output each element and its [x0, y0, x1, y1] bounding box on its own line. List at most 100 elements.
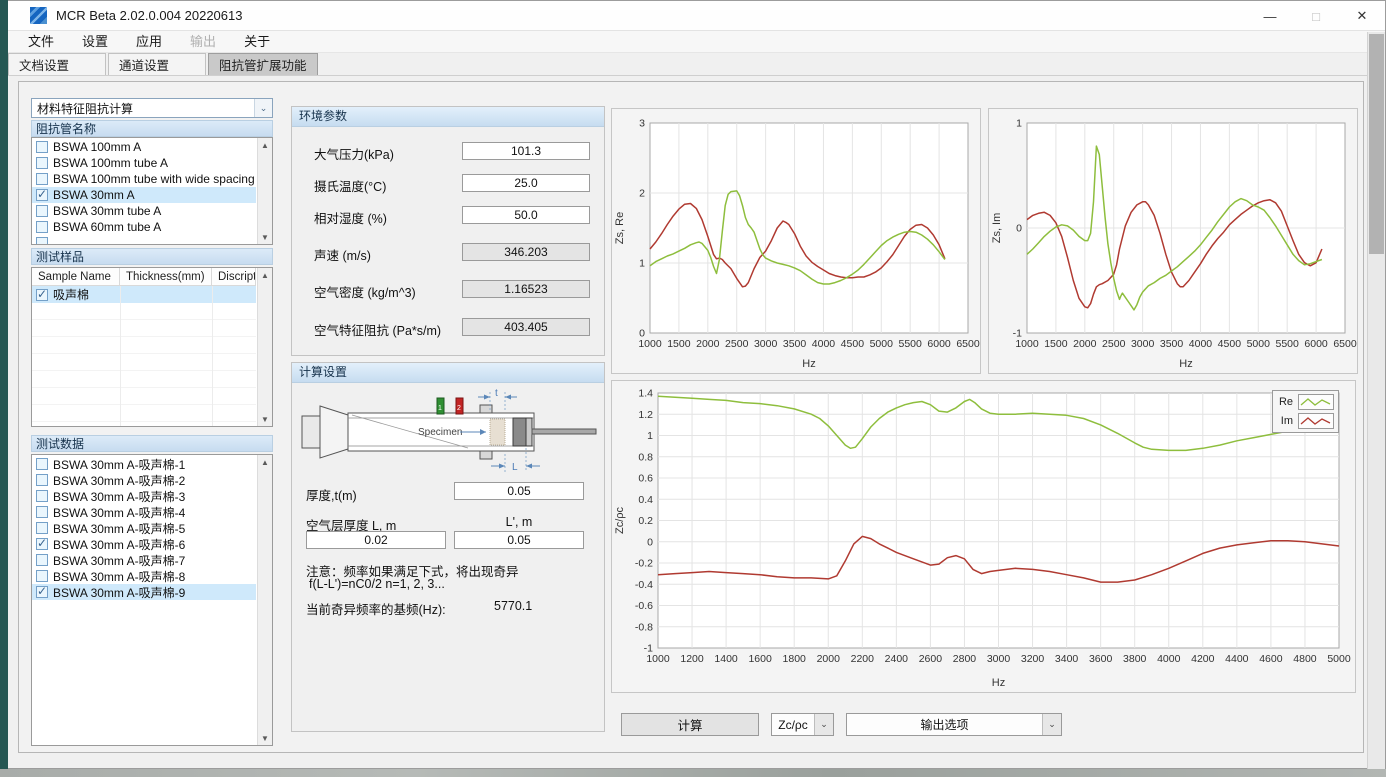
air-layer2-field[interactable]: 0.05 — [454, 531, 584, 549]
menu-item-4[interactable]: 关于 — [230, 31, 284, 53]
scroll-up-icon[interactable]: ▲ — [258, 268, 272, 282]
svg-text:4400: 4400 — [1225, 653, 1249, 665]
calc-settings-group: 计算设置 1 2 Specimen — [291, 362, 605, 732]
svg-text:5500: 5500 — [1276, 338, 1300, 350]
tube-list-checkbox[interactable] — [36, 157, 48, 169]
calculate-button[interactable]: 计算 — [621, 713, 759, 736]
tube-list-item[interactable] — [32, 235, 256, 244]
tube-list-checkbox[interactable] — [36, 237, 48, 244]
data-list-item[interactable]: BSWA 30mm A-吸声棉-7 — [32, 552, 256, 568]
svg-text:1000: 1000 — [638, 338, 662, 350]
calc-type-dropdown[interactable]: 材料特征阻抗计算 ⌄ — [31, 98, 273, 118]
tube-list-item[interactable]: BSWA 100mm tube with wide spacing — [32, 171, 256, 187]
svg-text:0: 0 — [647, 536, 653, 548]
data-list-checkbox[interactable] — [36, 506, 48, 518]
scroll-down-icon[interactable]: ▼ — [258, 412, 272, 426]
tube-list-scrollbar[interactable]: ▲ ▼ — [257, 138, 272, 244]
humidity-field[interactable]: 50.0 — [462, 206, 590, 224]
svg-text:2: 2 — [639, 188, 645, 200]
unit-dropdown[interactable]: Zc/ρc ⌄ — [771, 713, 834, 736]
chart-legend: ReIm — [1272, 390, 1339, 433]
thickness-field[interactable]: 0.05 — [454, 482, 584, 500]
close-button[interactable]: ✕ — [1339, 1, 1385, 31]
output-options-value: 输出选项 — [847, 716, 1042, 733]
tube-list-checkbox[interactable] — [36, 205, 48, 217]
data-list-item[interactable]: BSWA 30mm A-吸声棉-1 — [32, 456, 256, 472]
svg-text:-0.6: -0.6 — [635, 600, 653, 612]
data-listbox: BSWA 30mm A-吸声棉-1BSWA 30mm A-吸声棉-2BSWA 3… — [31, 454, 273, 746]
svg-text:5000: 5000 — [1247, 338, 1271, 350]
tube-list-checkbox[interactable] — [36, 189, 48, 201]
svg-text:3500: 3500 — [783, 338, 807, 350]
column-sample-name[interactable]: Sample Name — [32, 268, 120, 285]
window-scrollbar[interactable] — [1367, 32, 1385, 769]
tube-list-item[interactable]: BSWA 30mm A — [32, 187, 256, 203]
scroll-up-icon[interactable]: ▲ — [258, 455, 272, 469]
sample-checkbox[interactable] — [36, 289, 48, 301]
tab-2[interactable]: 阻抗管扩展功能 — [208, 53, 318, 75]
air-layer-field[interactable]: 0.02 — [306, 531, 446, 549]
tube-list-checkbox[interactable] — [36, 221, 48, 233]
svg-text:2000: 2000 — [696, 338, 720, 350]
data-list-checkbox[interactable] — [36, 538, 48, 550]
calc-settings-header: 计算设置 — [292, 363, 604, 383]
menu-item-0[interactable]: 文件 — [14, 31, 68, 53]
tab-1[interactable]: 通道设置 — [108, 53, 206, 75]
tube-list-label: BSWA 100mm A — [53, 140, 141, 154]
data-list-item[interactable]: BSWA 30mm A-吸声棉-2 — [32, 472, 256, 488]
data-list-scrollbar[interactable]: ▲ ▼ — [257, 455, 272, 745]
data-list-checkbox[interactable] — [36, 458, 48, 470]
sample-table-column-headers: Sample Name Thickness(mm) Discription — [32, 268, 256, 286]
data-list-checkbox[interactable] — [36, 474, 48, 486]
menu-item-2[interactable]: 应用 — [122, 31, 176, 53]
scroll-down-icon[interactable]: ▼ — [258, 731, 272, 745]
temperature-label: 摄氏温度(°C) — [314, 176, 386, 195]
data-list-checkbox[interactable] — [36, 490, 48, 502]
data-list-item[interactable]: BSWA 30mm A-吸声棉-5 — [32, 520, 256, 536]
tube-list-item[interactable]: BSWA 100mm A — [32, 139, 256, 155]
chevron-down-icon[interactable]: ⌄ — [1042, 714, 1061, 735]
tab-0[interactable]: 文档设置 — [8, 53, 106, 75]
base-frequency-label: 当前奇异频率的基频(Hz): — [306, 599, 446, 618]
data-list-item[interactable]: BSWA 30mm A-吸声棉-3 — [32, 488, 256, 504]
chart-canvas: 1000120014001600180020002200240026002800… — [612, 381, 1355, 692]
base-frequency-value: 5770.1 — [494, 599, 532, 613]
scroll-down-icon[interactable]: ▼ — [258, 230, 272, 244]
svg-text:0.2: 0.2 — [638, 515, 653, 527]
chevron-down-icon[interactable]: ⌄ — [254, 99, 272, 117]
data-list-checkbox[interactable] — [36, 586, 48, 598]
sample-name: 吸声棉 — [53, 286, 89, 303]
svg-text:0.6: 0.6 — [638, 473, 653, 485]
data-list-item[interactable]: BSWA 30mm A-吸声棉-8 — [32, 568, 256, 584]
tube-list-checkbox[interactable] — [36, 173, 48, 185]
tube-list-item[interactable]: BSWA 60mm tube A — [32, 219, 256, 235]
scrollbar-thumb[interactable] — [1369, 34, 1384, 254]
temperature-field[interactable]: 25.0 — [462, 174, 590, 192]
data-list-checkbox[interactable] — [36, 522, 48, 534]
tube-list-checkbox[interactable] — [36, 141, 48, 153]
chevron-down-icon[interactable]: ⌄ — [814, 714, 833, 735]
sample-table: Sample Name Thickness(mm) Discription 吸声… — [31, 267, 273, 427]
app-window: MCR Beta 2.02.0.004 20220613 — □ ✕ 文件设置应… — [8, 0, 1386, 769]
menu-item-1[interactable]: 设置 — [68, 31, 122, 53]
data-list-item[interactable]: BSWA 30mm A-吸声棉-9 — [32, 584, 256, 600]
minimize-button[interactable]: — — [1247, 1, 1293, 31]
pressure-field[interactable]: 101.3 — [462, 142, 590, 160]
data-list-label: BSWA 30mm A-吸声棉-7 — [53, 552, 185, 569]
output-options-dropdown[interactable]: 输出选项 ⌄ — [846, 713, 1062, 736]
scroll-up-icon[interactable]: ▲ — [258, 138, 272, 152]
sample-table-row[interactable]: 吸声棉 — [32, 286, 256, 303]
tube-list-item[interactable]: BSWA 30mm tube A — [32, 203, 256, 219]
data-list-item[interactable]: BSWA 30mm A-吸声棉-6 — [32, 536, 256, 552]
column-thickness[interactable]: Thickness(mm) — [120, 268, 212, 285]
data-list-checkbox[interactable] — [36, 570, 48, 582]
maximize-button[interactable]: □ — [1293, 1, 1339, 31]
air-layer2-label: L', m — [454, 515, 584, 529]
legend-label: Re — [1277, 396, 1293, 408]
data-list-item[interactable]: BSWA 30mm A-吸声棉-4 — [32, 504, 256, 520]
sample-table-scrollbar[interactable]: ▲ ▼ — [257, 268, 272, 426]
svg-text:1.2: 1.2 — [638, 409, 653, 421]
column-description[interactable]: Discription — [212, 268, 256, 285]
tube-list-item[interactable]: BSWA 100mm tube A — [32, 155, 256, 171]
data-list-checkbox[interactable] — [36, 554, 48, 566]
